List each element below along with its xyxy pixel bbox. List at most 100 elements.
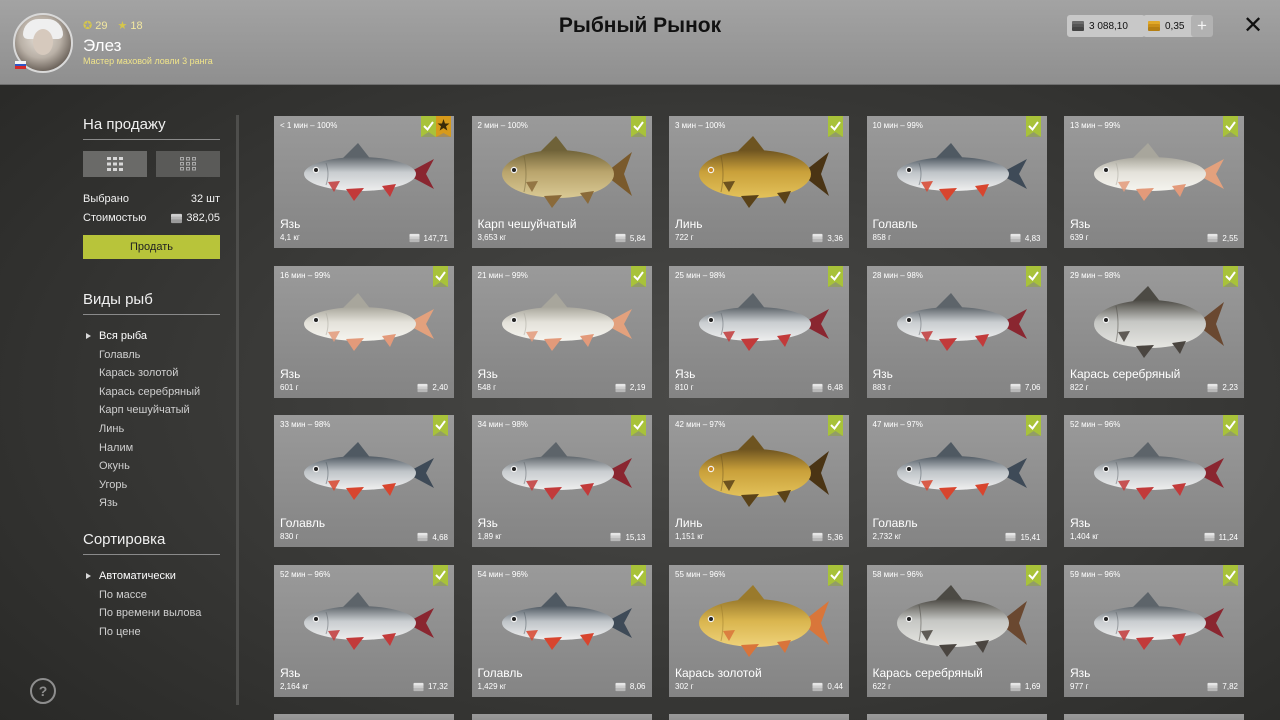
species-item-eel[interactable]: Угорь [83,476,220,495]
species-label: Линь [99,422,125,435]
fish-card[interactable]: 47 мин – 97% Голавль 2,732 кг 15,41 [866,415,1047,547]
fish-grid: < 1 мин – 100% Язь 4,1 кг 147,71 2 мин –… [274,116,1244,720]
sort-item-mass[interactable]: По массе [83,586,220,605]
fish-weight: 830 г [280,532,299,541]
species-item-perch[interactable]: Окунь [83,457,220,476]
fish-price-value: 6,48 [827,383,843,392]
fish-card[interactable]: 28 мин – 98% Язь 883 г 7,06 [866,265,1047,398]
sort-item-catch-time[interactable]: По времени вылова [83,604,220,623]
fish-card[interactable]: 3 мин – 100% Линь 722 г 3,36 [669,116,849,248]
chub-fish-image [896,143,1027,201]
catch-time-freshness: 13 мин – 99% [1070,121,1121,130]
sell-button[interactable]: Продать [83,235,220,259]
fish-card[interactable]: 54 мин – 96% Голавль 1,429 кг 8,06 [471,564,652,697]
species-item-burbot[interactable]: Налим [83,439,220,458]
fish-weight: 810 г [675,382,694,392]
fish-name: Язь [1070,665,1091,680]
fish-card[interactable]: 10 мин – 99% Голавль 858 г 4,83 [866,116,1047,248]
fish-card[interactable]: 2 мин – 100% Карп чешуйчатый 3,653 кг 5,… [471,116,652,248]
species-item-ide[interactable]: Язь [83,494,220,513]
silver-coins-icon [615,682,626,691]
catch-time-freshness: < 1 мин – 100% [280,121,338,130]
fish-card[interactable]: 25 мин – 98% Язь 810 г 6,48 [669,265,849,398]
species-label: Карп чешуйчатый [99,404,190,417]
silver-coins-icon [812,233,823,243]
ide-fish-image [501,442,632,500]
fish-weight: 822 г [1070,382,1089,392]
fish-card-partial[interactable] [471,714,652,720]
ide-fish-image [1094,442,1224,500]
fish-card-partial[interactable] [1064,714,1244,720]
fish-card[interactable]: 58 мин – 96% Карась серебряный 622 г 1,6… [866,564,1047,697]
fish-price: 15,13 [609,532,646,542]
fish-price: 4,68 [416,532,448,542]
fish-weight: 2,732 кг [872,532,902,541]
sort-section-title: Сортировка [83,530,166,548]
fish-price: 7,82 [1206,682,1238,692]
ide-pale-fish-image [501,292,632,351]
species-item-all[interactable]: Вся рыба [83,327,220,346]
fish-name: Карп чешуйчатый [477,217,577,231]
scrollbar[interactable] [236,115,239,705]
fish-price: 11,24 [1203,532,1238,542]
silver-coins-icon [1010,682,1021,691]
selected-arrow-icon [86,572,91,579]
sort-item-auto[interactable]: Автоматически [83,567,220,586]
species-label: Карась золотой [99,367,179,380]
fish-card-partial[interactable] [669,714,849,720]
fish-name: Карась серебряный [872,665,983,680]
fish-price: 5,84 [614,233,646,243]
catch-time-freshness: 21 мин – 99% [477,270,528,280]
fish-card[interactable]: 33 мин – 98% Голавль 830 г 4,68 [274,415,454,547]
fish-card[interactable]: 34 мин – 98% Язь 1,89 кг 15,13 [471,415,652,547]
fish-weight: 1,89 кг [477,532,502,541]
catch-time-freshness: 16 мин – 99% [280,270,331,280]
fish-price: 2,55 [1206,233,1238,243]
fish-weight: 3,653 кг [477,233,507,242]
fish-name: Линь [675,516,703,530]
fish-price-value: 7,82 [1222,682,1238,691]
selected-label: Выбрано [83,193,129,205]
fish-name: Язь [280,665,301,680]
fish-card-partial[interactable] [866,714,1047,720]
chub-fish-image [304,442,434,500]
fish-price-value: 7,06 [1024,383,1041,392]
fish-card[interactable]: 21 мин – 99% Язь 548 г 2,19 [471,265,652,398]
sort-list: Автоматически По массе По времени вылова… [83,567,220,641]
fish-card[interactable]: 52 мин – 96% Язь 1,404 кг 11,24 [1064,415,1244,547]
fish-card[interactable]: < 1 мин – 100% Язь 4,1 кг 147,71 [274,116,454,248]
silver-coins-icon [171,213,183,223]
add-currency-button[interactable]: + [1191,15,1213,37]
species-item-silver-carp[interactable]: Карась серебряный [83,383,220,402]
close-icon[interactable]: ✕ [1240,12,1266,40]
selected-arrow-icon [86,333,91,339]
fish-weight: 622 г [872,681,892,691]
chub-fish-image [896,442,1027,500]
fish-card[interactable]: 59 мин – 96% Язь 977 г 7,82 [1064,564,1244,697]
fish-card[interactable]: 29 мин – 98% Карась серебряный 822 г 2,2… [1064,265,1244,398]
silver-coins-icon [413,682,424,691]
fish-card[interactable]: 16 мин – 99% Язь 601 г 2,40 [274,265,454,398]
grid-small-view-button[interactable] [156,151,220,177]
species-item-chub[interactable]: Голавль [83,346,220,365]
species-item-golden-carp[interactable]: Карась золотой [83,364,220,383]
fish-card[interactable]: 13 мин – 99% Язь 639 г 2,55 [1064,116,1244,248]
fish-name: Карась золотой [675,665,762,680]
grid-small-icon [180,157,196,171]
species-item-tench[interactable]: Линь [83,420,220,439]
divider [83,553,220,555]
fish-card[interactable]: 42 мин – 97% Линь 1,151 кг 5,36 [669,415,849,547]
fish-weight: 548 г [477,382,497,392]
fish-card[interactable]: 55 мин – 96% Карась золотой 302 г 0,44 [669,564,849,697]
sort-item-price[interactable]: По цене [83,623,220,642]
gold-carp-fish-image [699,584,829,657]
help-button[interactable]: ? [30,678,56,704]
species-item-common-carp[interactable]: Карп чешуйчатый [83,401,220,420]
username: Элез [83,36,122,55]
fish-price: 2,19 [614,383,646,393]
fish-card[interactable]: 52 мин – 96% Язь 2,164 кг 17,32 [274,564,454,697]
fish-weight: 883 г [872,382,892,392]
grid-large-view-button[interactable] [83,151,147,177]
selected-row: Выбрано 32 шт [83,193,220,205]
fish-card-partial[interactable] [274,714,454,720]
